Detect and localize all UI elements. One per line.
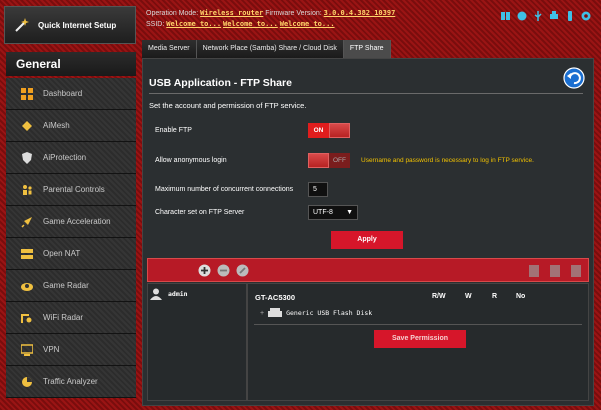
gear-icon[interactable] xyxy=(581,11,591,21)
vpn-icon xyxy=(20,343,34,357)
sidebar-item-vpn[interactable]: VPN xyxy=(6,334,136,366)
anonymous-warning: Username and password is necessary to lo… xyxy=(361,157,534,164)
max-connections-label: Maximum number of concurrent connections xyxy=(155,186,294,193)
sidebar-item-label: Game Acceleration xyxy=(43,217,111,226)
sidebar-item-aiprotection[interactable]: AiProtection xyxy=(6,142,136,174)
tab-media-server[interactable]: Media Server xyxy=(142,40,197,58)
modify-folder-icon[interactable] xyxy=(571,265,581,277)
traffic-icon xyxy=(20,375,34,389)
globe-icon[interactable] xyxy=(517,11,527,21)
sidebar-item-dashboard[interactable]: Dashboard xyxy=(6,78,136,110)
column-no: No xyxy=(516,293,526,300)
toggle-knob xyxy=(329,123,350,138)
column-r: R xyxy=(492,293,498,300)
expand-icon[interactable]: + xyxy=(260,310,264,317)
edit-account-icon[interactable] xyxy=(236,264,249,277)
family-icon xyxy=(20,183,34,197)
op-mode-link[interactable]: Wireless router xyxy=(200,9,263,17)
quick-internet-setup-button[interactable]: Quick Internet Setup xyxy=(4,6,136,44)
save-permission-button[interactable]: Save Permission xyxy=(374,330,466,348)
account-name: admin xyxy=(168,290,188,298)
account-toolbar xyxy=(147,258,589,282)
page-title: USB Application - FTP Share xyxy=(149,77,292,89)
column-w: W xyxy=(465,293,472,300)
sidebar-item-label: Parental Controls xyxy=(43,185,105,194)
sidebar-item-label: Dashboard xyxy=(43,89,83,98)
ssid-link-1[interactable]: Welcome to... xyxy=(166,20,221,28)
shield-icon xyxy=(20,151,34,165)
rocket-icon xyxy=(20,215,34,229)
sidebar-item-label: Open NAT xyxy=(43,249,81,258)
remove-account-icon[interactable] xyxy=(217,264,230,277)
dashboard-icon xyxy=(20,87,34,101)
charset-select[interactable]: UTF-8 ▼ xyxy=(308,205,358,220)
device-name: GT-AC5300 xyxy=(255,293,296,302)
title-divider xyxy=(149,93,583,94)
sidebar-section-title: General xyxy=(6,52,136,76)
chevron-down-icon: ▼ xyxy=(346,209,353,216)
wifi-radar-icon xyxy=(20,311,34,325)
status-icons xyxy=(501,11,591,21)
usb-icon[interactable] xyxy=(533,11,543,21)
fw-version-link[interactable]: 3.0.0.4.382_10397 xyxy=(324,9,396,17)
usb-app-tabs: Media Server Network Place (Samba) Share… xyxy=(142,40,391,58)
sidebar-item-label: VPN xyxy=(43,345,60,354)
account-row[interactable]: admin xyxy=(150,287,188,301)
fw-label: Firmware Version: xyxy=(265,10,322,17)
ssid-link-3[interactable]: Welcome to... xyxy=(280,20,335,28)
ftp-share-panel: USB Application - FTP Share Set the acco… xyxy=(142,58,594,406)
sidebar-item-aimesh[interactable]: AiMesh xyxy=(6,110,136,142)
sidebar-item-label: AiMesh xyxy=(43,121,70,130)
sidebar-item-wifi-radar[interactable]: WiFi Radar xyxy=(6,302,136,334)
sidebar-item-game-acceleration[interactable]: Game Acceleration xyxy=(6,206,136,238)
charset-label: Character set on FTP Server xyxy=(155,209,245,216)
wizard-icon xyxy=(15,18,29,32)
delete-folder-icon[interactable] xyxy=(550,265,560,277)
usb-disk-icon xyxy=(268,308,283,317)
charset-value: UTF-8 xyxy=(313,209,333,216)
sidebar-item-parental-controls[interactable]: Parental Controls xyxy=(6,174,136,206)
column-rw: R/W xyxy=(432,293,446,300)
sidebar-item-label: Game Radar xyxy=(43,281,89,290)
ssid-label: SSID: xyxy=(146,21,165,28)
printer-icon[interactable] xyxy=(549,11,559,21)
back-icon[interactable] xyxy=(563,67,585,89)
nat-icon xyxy=(20,247,34,261)
add-account-icon[interactable] xyxy=(198,264,211,277)
add-folder-icon[interactable] xyxy=(529,265,539,277)
network-icon[interactable] xyxy=(501,11,511,21)
folder-name: Generic USB Flash Disk xyxy=(286,309,373,317)
ssid-link-2[interactable]: Welcome to... xyxy=(223,20,278,28)
sidebar-nav: Dashboard AiMesh AiProtection Parental C… xyxy=(6,78,136,398)
radar-icon xyxy=(20,279,34,293)
max-connections-input[interactable]: 5 xyxy=(308,182,328,197)
op-mode-label: Operation Mode: xyxy=(146,10,199,17)
page-description: Set the account and permission of FTP se… xyxy=(149,101,307,110)
sidebar-item-traffic-analyzer[interactable]: Traffic Analyzer xyxy=(6,366,136,398)
toggle-on-text: ON xyxy=(308,123,329,138)
enable-ftp-toggle[interactable]: ON xyxy=(308,123,350,138)
anonymous-login-toggle[interactable]: OFF xyxy=(308,153,350,168)
quick-setup-label: Quick Internet Setup xyxy=(38,20,117,30)
permission-table: GT-AC5300 R/W W R No + Generic USB Flash… xyxy=(247,283,589,401)
tab-samba-share[interactable]: Network Place (Samba) Share / Cloud Disk xyxy=(196,40,344,58)
enable-ftp-label: Enable FTP xyxy=(155,127,192,134)
mesh-icon xyxy=(20,119,34,133)
row-divider xyxy=(254,324,582,325)
sidebar-item-label: WiFi Radar xyxy=(43,313,84,322)
mobile-icon[interactable] xyxy=(565,11,575,21)
apply-button[interactable]: Apply xyxy=(331,231,403,249)
toggle-off-text: OFF xyxy=(329,153,350,168)
toggle-knob xyxy=(308,153,329,168)
sidebar-item-open-nat[interactable]: Open NAT xyxy=(6,238,136,270)
folder-row[interactable]: + Generic USB Flash Disk xyxy=(260,308,372,318)
anonymous-login-label: Allow anonymous login xyxy=(155,157,227,164)
sidebar-item-label: AiProtection xyxy=(43,153,87,162)
sidebar-item-game-radar[interactable]: Game Radar xyxy=(6,270,136,302)
user-icon xyxy=(150,288,162,300)
account-list: admin xyxy=(147,283,247,401)
sidebar-item-label: Traffic Analyzer xyxy=(43,377,98,386)
tab-ftp-share[interactable]: FTP Share xyxy=(343,40,391,58)
